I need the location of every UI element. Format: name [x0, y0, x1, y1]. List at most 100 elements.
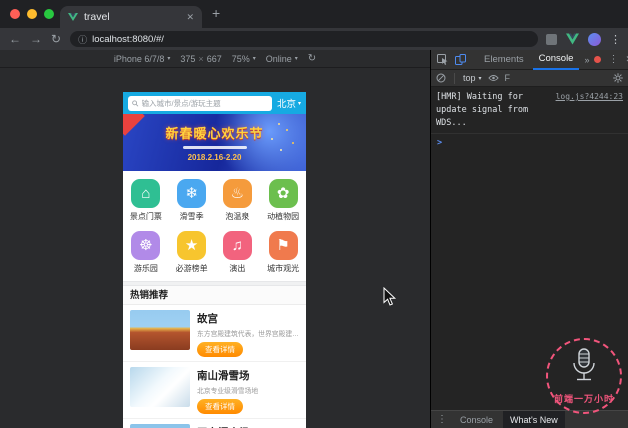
- search-box[interactable]: [128, 95, 272, 111]
- dimension-separator: ×: [198, 53, 204, 64]
- category-icon-grid: ⌂ 景点门票 ❄ 滑雪季 ♨ 泡温泉 ✿ 动植物园 ☸ 游乐园 ★ 必游榜单 ♫…: [123, 171, 306, 281]
- browser-tab[interactable]: travel ✕: [60, 6, 202, 28]
- list-item-gugong[interactable]: 故宫 东方宫殿建筑代表，世界宫殿建筑典范 查看详情: [123, 305, 306, 362]
- category-zoo[interactable]: ✿ 动植物园: [260, 179, 306, 222]
- inspect-element-icon[interactable]: [435, 54, 450, 65]
- microphone-icon: [567, 346, 601, 391]
- device-width: 375: [180, 53, 196, 64]
- devtools-drawer: ⋮ Console What's New: [431, 410, 628, 428]
- mouse-cursor: [383, 286, 397, 312]
- console-message-text: [HMR] Waiting for update signal from WDS…: [436, 92, 529, 128]
- drawer-menu-icon[interactable]: ⋮: [434, 414, 450, 425]
- category-hot-spring[interactable]: ♨ 泡温泉: [215, 179, 261, 222]
- back-button[interactable]: ←: [9, 33, 21, 45]
- attraction-ticket-icon: ⌂: [131, 179, 161, 208]
- list-item-tiananmen[interactable]: 天安门广场 我最爱北京天安门，天安门上太阳升 查看详情: [123, 419, 306, 428]
- category-ski[interactable]: ❄ 滑雪季: [169, 179, 215, 222]
- phone-viewport: 北京▾ 新春暖心欢乐节 2018.2.16-2.20 ⌂ 景点门票 ❄ 滑雪季 …: [123, 92, 306, 428]
- zoom-window-button[interactable]: [44, 9, 54, 19]
- zoo-garden-icon: ✿: [268, 179, 298, 208]
- console-prompt-caret[interactable]: >: [431, 134, 628, 152]
- performance-icon: ♫: [222, 231, 252, 260]
- execution-context-select[interactable]: top ▾: [463, 73, 482, 83]
- item-title: 南山滑雪场: [197, 370, 250, 382]
- chevron-down-icon: ▾: [294, 56, 298, 62]
- error-badge[interactable]: [594, 56, 602, 63]
- tab-title: travel: [84, 11, 110, 23]
- devtools-tabbar: Elements Console » ⋮ ✕: [431, 50, 628, 70]
- category-must-visit[interactable]: ★ 必游榜单: [169, 231, 215, 274]
- list-item-nanshan[interactable]: 南山滑雪场 北京专业级滑雪场地 查看详情: [123, 362, 306, 419]
- console-settings-gear-icon[interactable]: [613, 73, 623, 83]
- app-search-header: 北京▾: [123, 92, 306, 114]
- address-bar[interactable]: ⓘ localhost:8080/#/: [70, 31, 539, 47]
- tab-favicon: [68, 13, 78, 21]
- extension-icon[interactable]: [546, 33, 557, 45]
- watermark-text: 前端一万小时: [553, 394, 614, 404]
- hot-spring-icon: ♨: [222, 179, 252, 208]
- search-input[interactable]: [141, 98, 268, 108]
- category-shows[interactable]: ♫ 演出: [215, 231, 261, 274]
- forward-button[interactable]: →: [30, 33, 42, 45]
- rotate-device-icon[interactable]: ↻: [308, 53, 316, 64]
- category-city-tour[interactable]: ⚑ 城市观光: [260, 231, 306, 274]
- watermark-badge: 前端一万小时: [546, 338, 622, 414]
- drawer-tab-whats-new[interactable]: What's New: [503, 410, 565, 428]
- fireworks-decoration: [278, 123, 280, 125]
- browser-menu-icon[interactable]: ⋮: [610, 33, 621, 46]
- window-titlebar: travel ✕ +: [0, 0, 628, 28]
- device-stage: iPhone 6/7/8 ▾ 375 × 667 75% ▾ Online ▾ ↻: [0, 50, 430, 428]
- zoom-select[interactable]: 75% ▾: [232, 54, 256, 64]
- tab-elements[interactable]: Elements: [478, 50, 530, 70]
- chevron-down-icon: ▾: [167, 56, 171, 62]
- divider: [454, 72, 455, 84]
- banner-date: 2018.2.16-2.20: [187, 153, 242, 162]
- city-selector[interactable]: 北京 ▾: [277, 96, 301, 110]
- ranking-star-icon: ★: [177, 231, 207, 260]
- reload-button[interactable]: ↻: [51, 33, 61, 45]
- view-details-button[interactable]: 查看详情: [197, 342, 243, 357]
- minimize-window-button[interactable]: [27, 9, 37, 19]
- tab-close-icon[interactable]: ✕: [186, 12, 194, 23]
- banner-title: 新春暖心欢乐节: [165, 126, 264, 141]
- clear-console-icon[interactable]: [436, 73, 446, 83]
- devtools-menu-icon[interactable]: ⋮: [608, 54, 618, 65]
- window-controls: [10, 9, 54, 19]
- ferris-wheel-icon: ☸: [131, 231, 161, 260]
- ski-season-icon: ❄: [177, 179, 207, 208]
- vue-devtools-icon[interactable]: [566, 33, 579, 45]
- console-message-source-link[interactable]: log.js?4244:23: [556, 91, 623, 129]
- device-toolbar-toggle-icon[interactable]: [453, 54, 468, 65]
- profile-avatar[interactable]: [588, 32, 601, 46]
- device-toolbar: iPhone 6/7/8 ▾ 375 × 667 75% ▾ Online ▾ ↻: [0, 50, 430, 68]
- site-info-icon[interactable]: ⓘ: [78, 33, 87, 46]
- chevron-down-icon: ▾: [297, 100, 301, 107]
- device-select[interactable]: iPhone 6/7/8 ▾: [114, 54, 171, 64]
- chevron-down-icon: ▾: [252, 56, 256, 62]
- search-icon: [132, 99, 139, 107]
- banner-subtitle-decoration: [182, 146, 247, 149]
- drawer-tab-console[interactable]: Console: [453, 411, 500, 428]
- browser-toolbar: ← → ↻ ⓘ localhost:8080/#/ ⋮: [0, 28, 628, 50]
- close-window-button[interactable]: [10, 9, 20, 19]
- item-title: 故宫: [197, 313, 218, 325]
- item-description: 北京专业级滑雪场地: [197, 388, 259, 395]
- category-tickets[interactable]: ⌂ 景点门票: [123, 179, 169, 222]
- live-expression-eye-icon[interactable]: [487, 74, 499, 82]
- console-filter-label[interactable]: F: [505, 73, 511, 83]
- network-throttle-select[interactable]: Online ▾: [266, 54, 298, 64]
- device-dimensions[interactable]: 375 × 667: [180, 54, 221, 64]
- toolbar-actions: ⋮: [546, 32, 621, 46]
- item-description: 东方宫殿建筑代表，世界宫殿建筑典范: [197, 331, 299, 338]
- new-tab-button[interactable]: +: [212, 5, 220, 21]
- category-amusement-park[interactable]: ☸ 游乐园: [123, 231, 169, 274]
- tiananmen-thumbnail: [130, 424, 190, 428]
- view-details-button[interactable]: 查看详情: [197, 399, 243, 414]
- tab-console[interactable]: Console: [532, 50, 580, 70]
- chevron-down-icon: ▾: [478, 75, 482, 82]
- hot-sales-heading: 热销推荐: [123, 286, 306, 305]
- more-tabs-icon[interactable]: »: [582, 55, 591, 65]
- url-text: localhost:8080/#/: [92, 33, 164, 45]
- console-toolbar: top ▾ F: [431, 70, 628, 87]
- festival-banner[interactable]: 新春暖心欢乐节 2018.2.16-2.20: [123, 114, 306, 171]
